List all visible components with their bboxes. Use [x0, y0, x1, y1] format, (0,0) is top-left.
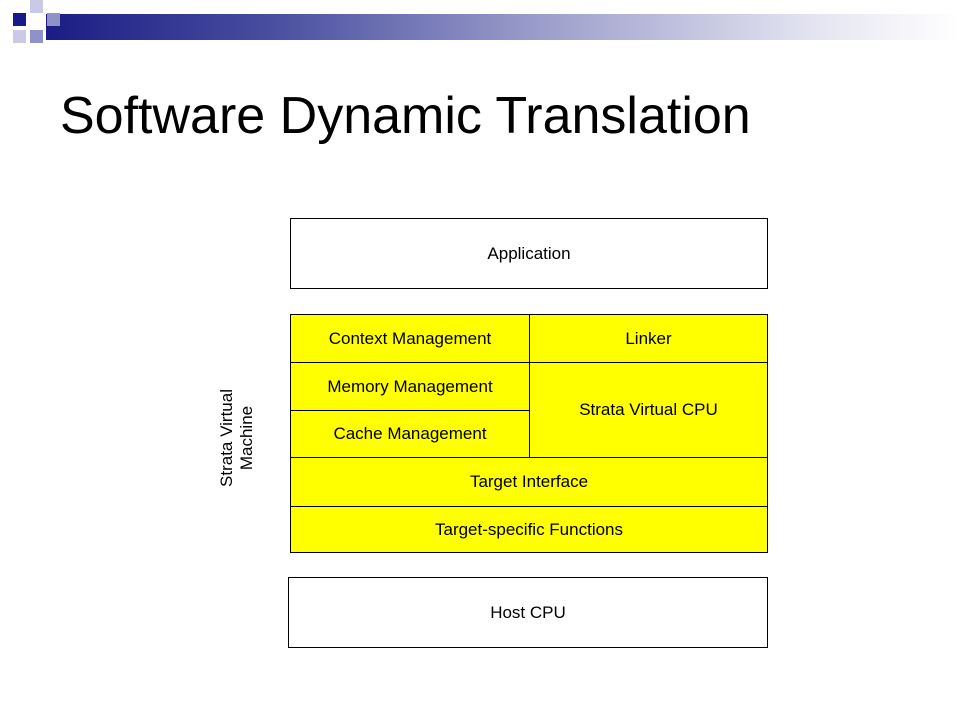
host-cpu-box: Host CPU — [288, 577, 768, 648]
target-interface-box: Target Interface — [290, 457, 768, 507]
application-box: Application — [290, 218, 768, 289]
header-decoration — [0, 0, 960, 60]
deco-square — [13, 30, 26, 43]
deco-square — [13, 13, 26, 26]
slide-title: Software Dynamic Translation — [60, 87, 751, 145]
side-label-line1: Strata Virtual — [217, 389, 236, 487]
deco-square — [30, 0, 43, 13]
deco-square — [47, 13, 60, 26]
target-specific-functions-box: Target-specific Functions — [290, 506, 768, 553]
memory-management-box: Memory Management — [290, 362, 530, 411]
side-label-line2: Machine — [237, 405, 256, 471]
context-management-box: Context Management — [290, 314, 530, 363]
strata-virtual-machine-label: Strata Virtual Machine — [217, 389, 257, 487]
linker-box: Linker — [529, 314, 768, 363]
deco-square — [30, 30, 43, 43]
strata-virtual-cpu-box: Strata Virtual CPU — [529, 362, 768, 458]
header-gradient-bar — [46, 14, 960, 40]
cache-management-box: Cache Management — [290, 410, 530, 458]
